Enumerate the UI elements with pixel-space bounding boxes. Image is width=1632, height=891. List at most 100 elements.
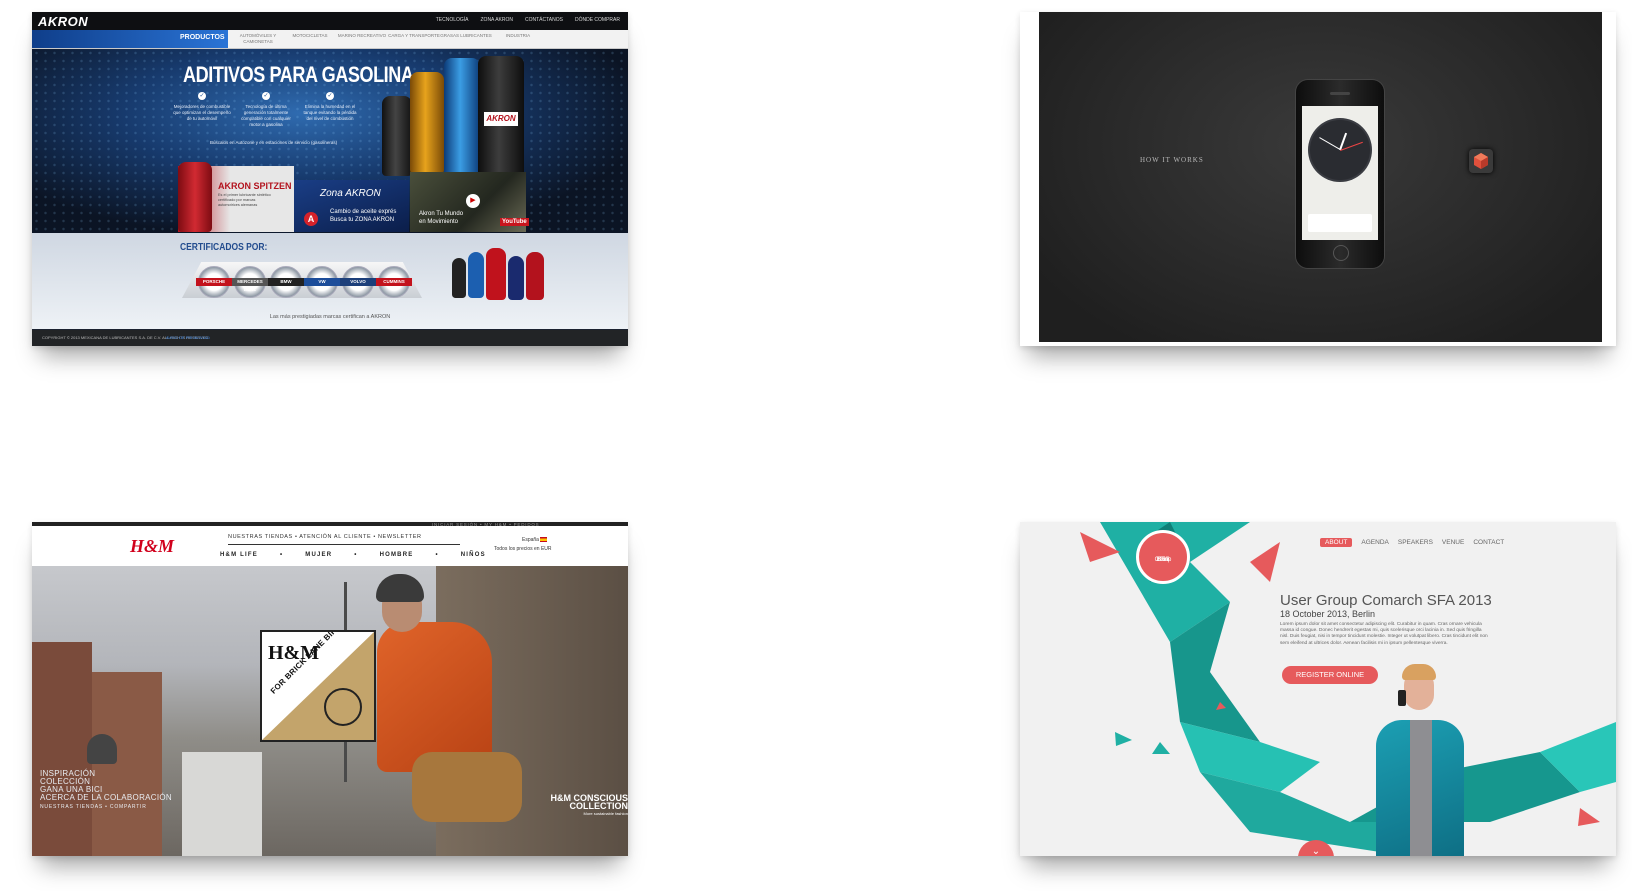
how-it-works-link[interactable]: HOW IT WORKS [1140, 156, 1204, 164]
smartphone-image [1296, 80, 1384, 268]
akron-feature-text: Mejoradores de combustible que optimizan… [173, 104, 231, 121]
cert-badge-label: PORSCHE [196, 278, 232, 286]
hm-nav-item[interactable]: NIÑOS [461, 552, 486, 558]
hm-logo[interactable]: H&M [130, 536, 174, 557]
sfa-date: 18 October 2013, Berlin [1280, 609, 1376, 619]
cert-badge-label: VW [304, 278, 340, 286]
hm-conscious-title: H&M CONSCIOUS COLLECTION [550, 793, 628, 811]
akron-spitzen-title: AKRON SPITZEN [218, 181, 292, 191]
hm-nav-sep: • [435, 552, 439, 558]
akron-link-tecnologia[interactable]: TECNOLOGÍA [436, 17, 469, 23]
hm-price-note: Todos los precios en EUR [494, 546, 552, 552]
akron-spitzen-desc: Es el primer lubricante sintético certif… [218, 193, 271, 207]
hm-brick-lane-sign: H&M FOR BRICK LANE BIKES [260, 630, 376, 742]
cert-badge-icon: VOLVO [340, 266, 376, 298]
register-online-button[interactable]: REGISTER ONLINE [1282, 666, 1378, 684]
akron-cert-title: CERTIFICADOS POR: [180, 242, 268, 253]
hm-building [32, 642, 92, 856]
akron-nav-productos[interactable]: PRODUCTOS [180, 34, 225, 41]
akron-nav-item[interactable]: AUTOMÓVILES Y CAMIONETAS [232, 31, 284, 45]
sfa-badge-text: User Group SFA 2013 [1139, 545, 1187, 563]
akron-privacy-link[interactable]: AVISO DE PRIVACIDAD [166, 335, 210, 340]
cert-badge-label: BMW [268, 278, 304, 286]
akron-small-bottle [508, 256, 524, 300]
akron-note: Búscalos en Autozone y en estaciones de … [210, 140, 338, 145]
sfa-nav-contact[interactable]: CONTACT [1473, 539, 1504, 546]
akron-zona-text: Cambio de aceite exprés Busca tu ZONA AK… [330, 208, 396, 224]
hm-cyclist-jacket [377, 622, 492, 772]
phone-screen [1302, 106, 1378, 240]
akron-feature-text: Elimina la humedad en el tanque evitando… [303, 104, 357, 121]
akron-nav-item[interactable]: MOTOCICLETAS [284, 31, 336, 45]
hm-nav-item[interactable]: MUJER [305, 552, 332, 558]
youtube-icon: YouTube [500, 218, 529, 226]
app-website-screenshot[interactable]: HOW IT WORKS [1020, 12, 1616, 346]
hm-meta-links[interactable]: INICIAR SESIÓN • MY H&M • PEDIDOS [432, 522, 539, 527]
cert-badge-icon: VW [304, 266, 340, 298]
sfa-nav-venue[interactable]: VENUE [1442, 539, 1464, 546]
akron-zona-logo: Zona AKRON [320, 188, 381, 199]
cert-badge-icon: MERCEDES BENZ [232, 266, 268, 298]
akron-nav-item[interactable]: GRASAS LUBRICANTES [440, 31, 492, 45]
akron-a-icon: A [304, 212, 318, 226]
sfa-nav-agenda[interactable]: AGENDA [1361, 539, 1388, 546]
phone-speaker [1330, 92, 1350, 95]
hm-overlay-link[interactable]: ACERCA DE LA COLABORACIÓN [40, 794, 172, 802]
hm-language-selector[interactable]: España [522, 537, 548, 543]
hm-building [182, 752, 262, 856]
akron-video-title: Akron Tu Mundo en Movimiento [419, 210, 463, 226]
check-icon: ✓ [262, 92, 270, 100]
cert-badge-label: CUMMINS [376, 278, 412, 286]
akron-nav-item[interactable]: INDUSTRIA [492, 31, 544, 45]
hm-top-links[interactable]: NUESTRAS TIENDAS • ATENCIÓN AL CLIENTE •… [228, 534, 422, 540]
app-logo-icon[interactable] [1469, 149, 1493, 173]
sfa-nav-speakers[interactable]: SPEAKERS [1398, 539, 1433, 546]
akron-link-donde-comprar[interactable]: DÓNDE COMPRAR [575, 17, 620, 23]
clock-minute-hand [1319, 137, 1341, 150]
akron-nav-item[interactable]: CARGA Y TRANSPORTE [388, 31, 440, 45]
phone-panel [1308, 214, 1372, 232]
akron-zona-line: Cambio de aceite exprés [330, 209, 397, 215]
akron-video-line: en Movimiento [419, 219, 459, 225]
sfa-origami-shapes [1080, 522, 1616, 852]
akron-link-zona[interactable]: ZONA AKRON [481, 17, 514, 23]
sfa-nav: ABOUT AGENDA SPEAKERS VENUE CONTACT [1320, 538, 1504, 547]
cert-badge-label: VOLVO [340, 278, 376, 286]
sfa-man-shirt [1410, 720, 1432, 856]
hm-language-label: España [522, 537, 539, 543]
sfa-nav-about[interactable]: ABOUT [1320, 538, 1353, 547]
akron-spitzen-bottle [178, 162, 212, 232]
hm-nav-sep: • [354, 552, 358, 558]
phone-icon [1398, 690, 1406, 706]
play-icon[interactable]: ▶ [466, 194, 480, 208]
hm-main-nav: H&M LIFE • MUJER • HOMBRE • NIÑOS [220, 552, 486, 558]
cert-badge-label: MERCEDES BENZ [232, 278, 268, 292]
akron-top-links: TECNOLOGÍA ZONA AKRON CONTÁCTANOS DÓNDE … [436, 17, 620, 23]
hm-nav-item[interactable]: HOMBRE [380, 552, 414, 558]
akron-small-bottle [452, 258, 466, 298]
hm-second-cyclist [87, 734, 117, 764]
hm-overlay-small-links[interactable]: NUESTRAS TIENDAS • COMPARTIR [40, 804, 147, 810]
hm-website-screenshot[interactable]: H&M FOR BRICK LANE BIKES INICIAR SESIÓN … [32, 522, 628, 856]
hm-nav-sep: • [279, 552, 284, 558]
akron-footer: COPYRIGHT © 2013 MEXICANA DE LUBRICANTES… [32, 330, 628, 346]
akron-bottle-label: AKRON [484, 112, 518, 126]
akron-zona-line: Busca tu ZONA AKRON [330, 217, 395, 223]
sfa-website-screenshot[interactable]: User Group SFA 2013 ABOUT AGENDA SPEAKER… [1020, 522, 1616, 856]
akron-bottle-black [382, 96, 412, 176]
sfa-event-badge[interactable]: User Group SFA 2013 [1136, 530, 1190, 584]
hm-overlay-links: INSPIRACIÓN COLECCIÓN GANA UNA BICI ACER… [40, 770, 172, 802]
akron-logo[interactable]: AKRON [38, 14, 88, 29]
cert-badge-icon: BMW [268, 266, 304, 298]
check-icon: ✓ [326, 92, 334, 100]
akron-nav-item[interactable]: MARINO RECREATIVO [336, 31, 388, 45]
akron-website-screenshot[interactable]: AKRON TECNOLOGÍA ZONA AKRON CONTÁCTANOS … [32, 12, 628, 346]
sfa-man-hair [1402, 664, 1436, 680]
akron-small-bottle [486, 248, 506, 300]
akron-link-contacto[interactable]: CONTÁCTANOS [525, 17, 563, 23]
hm-building [92, 672, 162, 856]
hm-header: INICIAR SESIÓN • MY H&M • PEDIDOS H&M NU… [32, 522, 628, 566]
check-icon: ✓ [198, 92, 206, 100]
hm-nav-item[interactable]: H&M LIFE [220, 552, 258, 558]
hm-conscious-logo: H&M CONSCIOUS COLLECTION More sustainabl… [536, 794, 628, 818]
